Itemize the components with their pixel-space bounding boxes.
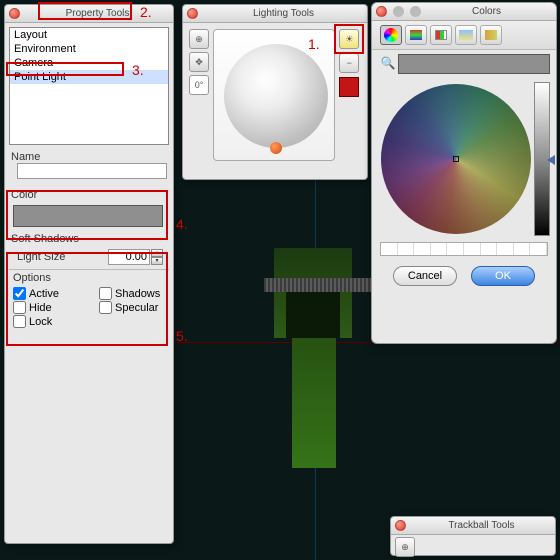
swatch-row[interactable] — [380, 242, 548, 256]
cancel-button[interactable]: Cancel — [393, 266, 457, 286]
step-down-icon[interactable]: ▾ — [151, 257, 163, 265]
hide-label: Hide — [29, 302, 52, 314]
sliders-picker-button[interactable] — [405, 25, 427, 45]
annotation-3: 3. — [132, 62, 144, 78]
property-tools-panel: Property Tools Layout Environment Camera… — [4, 4, 174, 544]
light-mode-button[interactable]: ⊕ — [189, 29, 209, 49]
color-swatch[interactable] — [13, 205, 163, 227]
specular-label: Specular — [115, 302, 158, 314]
add-light-button[interactable]: ☀ — [339, 29, 359, 49]
sphere-preview — [224, 44, 328, 148]
trackball-tools-panel: Trackball Tools ⊕ — [390, 516, 556, 556]
remove-light-button[interactable]: − — [339, 53, 359, 73]
annotation-2: 2. — [140, 4, 152, 20]
name-label: Name — [11, 151, 40, 163]
crayon-icon — [485, 30, 497, 40]
colors-panel: Colors 🔍 Cancel OK — [371, 2, 557, 344]
annotation-1: 1. — [308, 36, 320, 52]
magnifier-icon[interactable]: 🔍 — [380, 56, 396, 72]
lighting-tools-panel: Lighting Tools ⊕ ✥ 0° ☀ − — [182, 4, 368, 180]
scene-object — [272, 212, 370, 464]
hide-checkbox[interactable] — [13, 301, 26, 314]
list-item[interactable]: Environment — [10, 42, 168, 56]
color-wheel-icon — [384, 28, 398, 42]
list-item-selected[interactable]: Point Light — [10, 70, 168, 84]
sliders-icon — [410, 30, 422, 40]
ok-button[interactable]: OK — [471, 266, 535, 286]
annotation-5: 5. — [176, 328, 188, 344]
light-rot-button[interactable]: 0° — [189, 75, 209, 95]
lock-checkbox[interactable] — [13, 315, 26, 328]
brightness-slider[interactable] — [534, 82, 550, 236]
color-label: Color — [11, 189, 37, 201]
image-picker-button[interactable] — [455, 25, 477, 45]
close-icon[interactable] — [376, 6, 387, 17]
colors-title: Colors — [421, 6, 552, 17]
property-list[interactable]: Layout Environment Camera Point Light — [9, 27, 169, 145]
step-up-icon[interactable]: ▴ — [151, 249, 163, 257]
list-item[interactable]: Layout — [10, 28, 168, 42]
slider-thumb[interactable] — [547, 155, 555, 165]
options-label: Options — [13, 272, 51, 284]
active-checkbox[interactable] — [13, 287, 26, 300]
light-handle[interactable] — [270, 142, 282, 154]
light-color-swatch[interactable] — [339, 77, 359, 97]
lighting-tools-title: Lighting Tools — [204, 8, 363, 19]
wheel-picker-button[interactable] — [380, 25, 402, 45]
trackball-button[interactable]: ⊕ — [395, 537, 415, 557]
image-icon — [459, 30, 473, 40]
close-icon[interactable] — [395, 520, 406, 531]
palette-icon — [435, 30, 447, 40]
shadows-label: Shadows — [115, 288, 160, 300]
annotation-4: 4. — [176, 216, 188, 232]
close-icon[interactable] — [187, 8, 198, 19]
crayon-picker-button[interactable] — [480, 25, 502, 45]
rot-label: 0° — [195, 80, 204, 90]
soft-shadows-label: Soft Shadows — [11, 233, 79, 245]
current-color-swatch[interactable] — [398, 54, 550, 74]
specular-checkbox[interactable] — [99, 301, 112, 314]
colors-titlebar[interactable]: Colors — [372, 3, 556, 21]
minimize-icon[interactable] — [393, 6, 404, 17]
shadows-checkbox[interactable] — [99, 287, 112, 300]
lighting-tools-titlebar[interactable]: Lighting Tools — [183, 5, 367, 23]
color-picker-toolbar — [372, 21, 556, 50]
active-label: Active — [29, 288, 59, 300]
close-icon[interactable] — [9, 8, 20, 19]
palette-picker-button[interactable] — [430, 25, 452, 45]
zoom-icon[interactable] — [410, 6, 421, 17]
light-move-button[interactable]: ✥ — [189, 52, 209, 72]
name-field[interactable] — [17, 163, 167, 179]
trackball-title: Trackball Tools — [412, 520, 551, 531]
light-size-field[interactable] — [108, 249, 150, 265]
color-wheel-cursor[interactable] — [453, 156, 459, 162]
lock-label: Lock — [29, 316, 52, 328]
light-size-label: Light Size — [17, 251, 65, 263]
color-wheel[interactable] — [381, 84, 531, 234]
light-size-stepper[interactable]: ▴▾ — [108, 249, 163, 265]
trackball-titlebar[interactable]: Trackball Tools — [391, 517, 555, 535]
list-item[interactable]: Camera — [10, 56, 168, 70]
